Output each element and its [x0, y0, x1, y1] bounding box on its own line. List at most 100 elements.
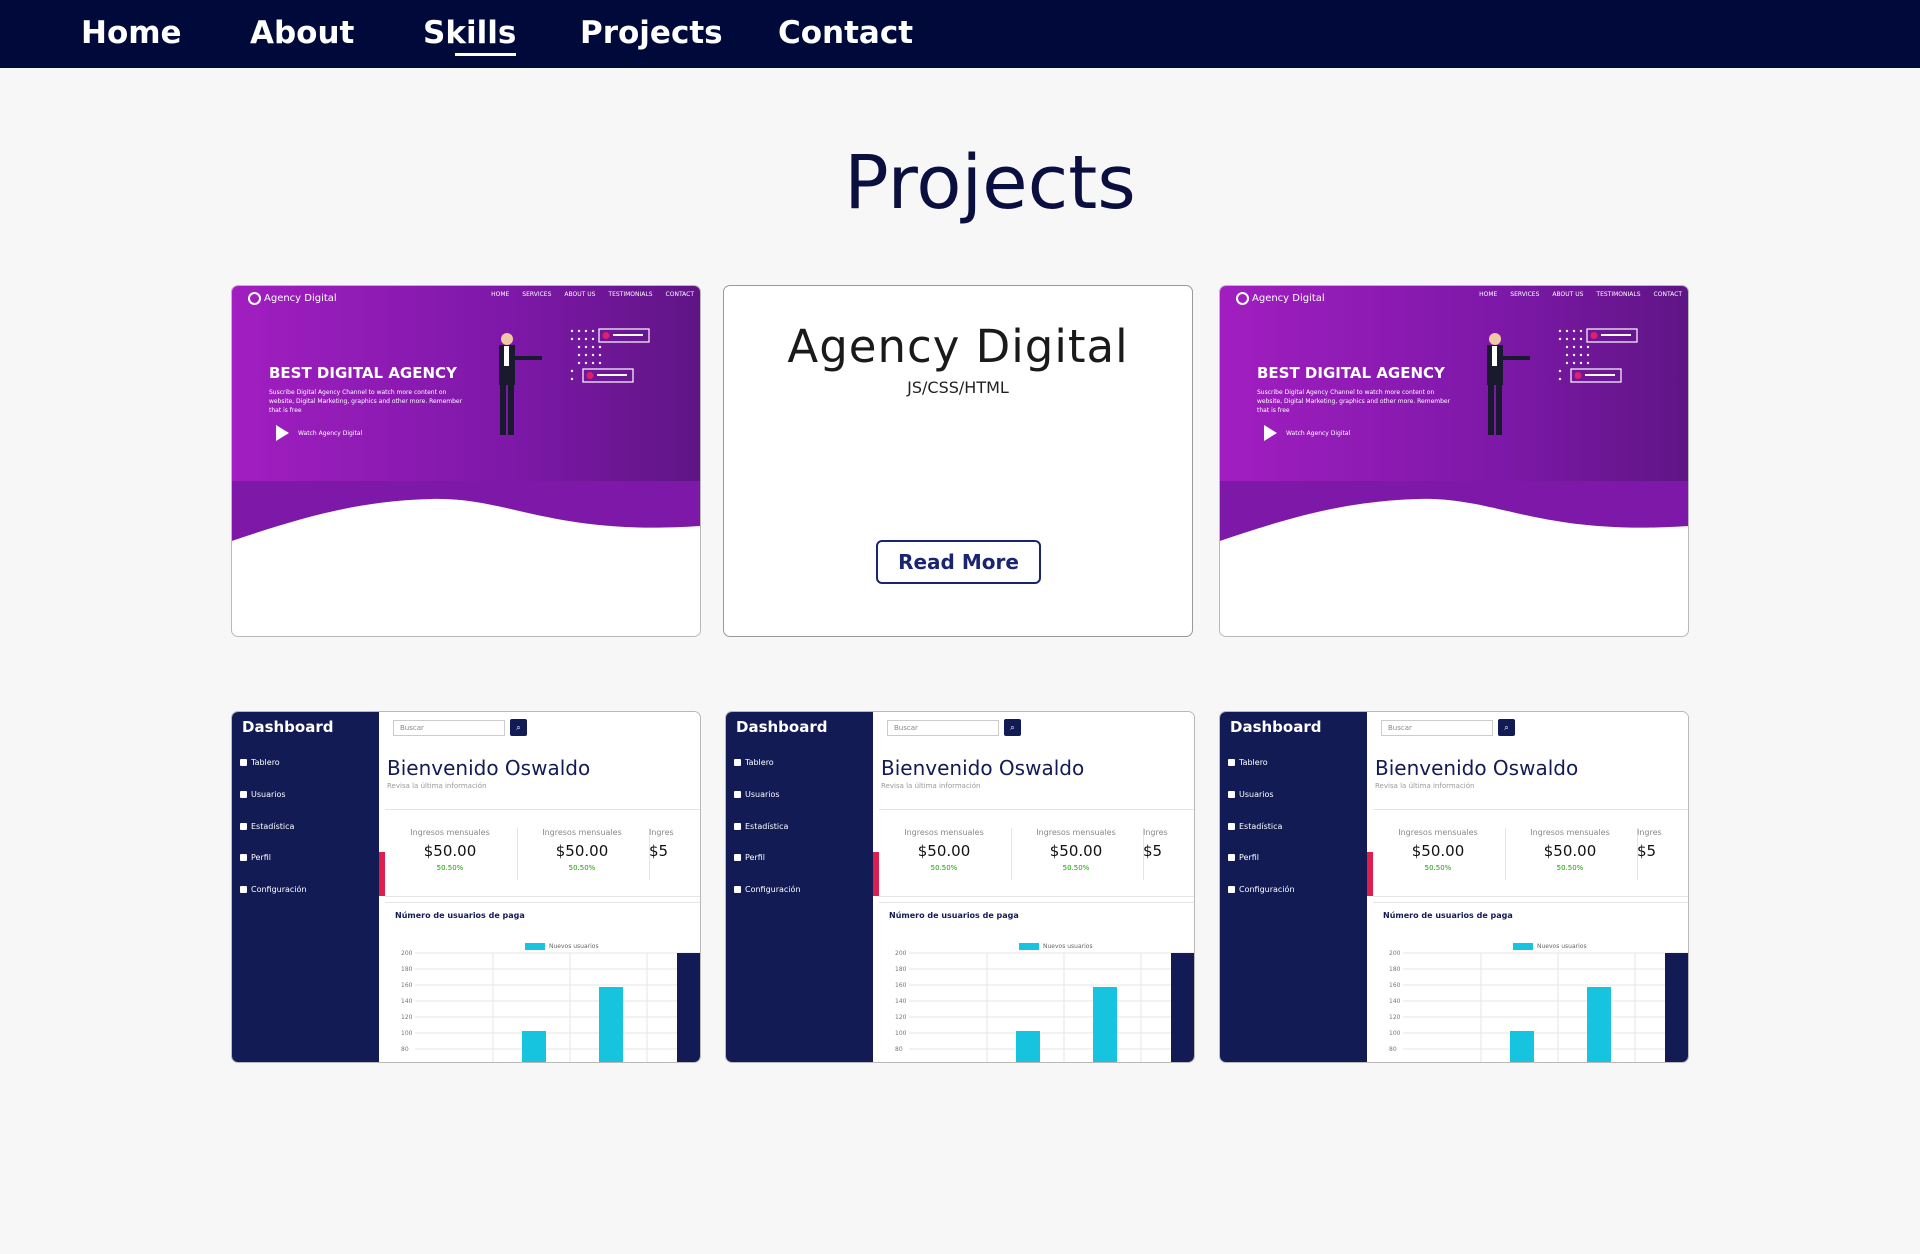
agency-headline: BEST DIGITAL AGENCY: [1257, 364, 1445, 382]
dashboard-stats: Ingresos mensuales $50.00 50.50% Ingresos …: [879, 809, 1194, 897]
menu-item: Perfil: [1228, 853, 1259, 862]
dashboard-hint: Revisa la última información: [1375, 782, 1475, 790]
svg-text:80: 80: [1389, 1046, 1397, 1053]
menu-item: Estadística: [734, 822, 788, 831]
menu-item: Tablero: [1228, 758, 1268, 767]
svg-text:80: 80: [895, 1046, 903, 1053]
play-icon: [1264, 425, 1277, 441]
dashboard-main: Buscar ⌕ Bienvenido Oswaldo Revisa la úl…: [1367, 712, 1688, 1062]
svg-text:180: 180: [401, 966, 413, 973]
agency-text: Suscribe Digital Agency Channel to watch…: [1257, 389, 1451, 414]
dashboard-stats: Ingresos mensuales $50.00 50.50% Ingresos …: [1373, 809, 1688, 897]
menu-item: Estadística: [1228, 822, 1282, 831]
svg-text:80: 80: [401, 1046, 409, 1053]
accent-bar: [1367, 852, 1373, 896]
dashboard-chart: Número de usuarios de paga Nuevos usuari…: [385, 902, 700, 1062]
menu-item: Usuarios: [1228, 790, 1274, 799]
grid-icon: [1228, 759, 1235, 766]
menu-item: Estadística: [240, 822, 294, 831]
dashboard-chart: Número de usuarios de paga Nuevos usuari…: [1373, 902, 1688, 1062]
person-illustration: [1487, 333, 1530, 435]
project-title: Agency Digital: [787, 320, 1129, 373]
project-card-dashboard[interactable]: Dashboard Tablero Usuarios Estadística P…: [1219, 711, 1689, 1063]
menu-item: Perfil: [240, 853, 271, 862]
agency-logo: Agency Digital: [248, 292, 337, 305]
menu-item: Configuración: [1228, 885, 1295, 894]
gear-icon: [240, 886, 247, 893]
agency-text: Suscribe Digital Agency Channel to watch…: [269, 389, 463, 414]
menu-item: Configuración: [240, 885, 307, 894]
dashboard-main: Buscar ⌕ Bienvenido Oswaldo Revisa la úl…: [379, 712, 700, 1062]
dashboard-greeting: Bienvenido Oswaldo: [881, 756, 1085, 780]
dashboard-search: Buscar: [393, 720, 505, 736]
agency-watch: Watch Agency Digital: [1286, 430, 1351, 437]
accent-bar: [379, 852, 385, 896]
dashboard-brand: Dashboard: [736, 718, 828, 736]
dots-illustration: [1558, 328, 1638, 383]
accent-bar: [873, 852, 879, 896]
menu-item: Usuarios: [734, 790, 780, 799]
page-title: Projects: [844, 140, 1136, 226]
nav-home[interactable]: Home: [81, 12, 182, 54]
nav-skills[interactable]: Skills: [423, 12, 517, 56]
svg-text:100: 100: [1389, 1030, 1401, 1037]
user-icon: [1228, 854, 1235, 861]
svg-text:100: 100: [401, 1030, 413, 1037]
gear-icon: [734, 886, 741, 893]
svg-text:140: 140: [895, 998, 907, 1005]
svg-text:200: 200: [401, 950, 413, 957]
dashboard-hint: Revisa la última información: [387, 782, 487, 790]
dashboard-search: Buscar: [1381, 720, 1493, 736]
dots-illustration: [570, 328, 650, 383]
dashboard-search: Buscar: [887, 720, 999, 736]
play-icon: [276, 425, 289, 441]
dashboard-stats: Ingresos mensuales $50.00 50.50% Ingresos …: [385, 809, 700, 897]
dashboard-chart: Número de usuarios de paga Nuevos usuari…: [879, 902, 1194, 1062]
search-icon: ⌕: [1004, 719, 1021, 736]
project-card-agency[interactable]: Agency Digital HOME SERVICES ABOUT US TESTI…: [1219, 285, 1689, 637]
menu-item: Tablero: [240, 758, 280, 767]
wave-shape: [232, 481, 700, 541]
search-icon: ⌕: [510, 719, 527, 736]
menu-item: Tablero: [734, 758, 774, 767]
chart-icon: [734, 823, 741, 830]
person-illustration: [499, 333, 542, 435]
project-card-agency[interactable]: Agency Digital HOME SERVICES ABOUT US TESTI…: [231, 285, 701, 637]
nav-about[interactable]: About: [250, 12, 354, 54]
project-card-info: Agency Digital JS/CSS/HTML Read More: [723, 285, 1193, 637]
project-card-dashboard[interactable]: Dashboard Tablero Usuarios Estadística P…: [725, 711, 1195, 1063]
svg-text:120: 120: [1389, 1014, 1401, 1021]
agency-headline: BEST DIGITAL AGENCY: [269, 364, 457, 382]
nav-contact[interactable]: Contact: [778, 12, 913, 54]
svg-text:180: 180: [1389, 966, 1401, 973]
user-icon: [240, 854, 247, 861]
svg-text:140: 140: [401, 998, 413, 1005]
agency-watch: Watch Agency Digital: [298, 430, 363, 437]
svg-text:140: 140: [1389, 998, 1401, 1005]
chart-icon: [240, 823, 247, 830]
svg-text:160: 160: [1389, 982, 1401, 989]
grid-icon: [734, 759, 741, 766]
menu-item: Usuarios: [240, 790, 286, 799]
top-nav: Home About Skills Projects Contact: [0, 0, 1920, 68]
read-more-button[interactable]: Read More: [876, 540, 1041, 584]
grid-icon: [240, 759, 247, 766]
dashboard-greeting: Bienvenido Oswaldo: [1375, 756, 1579, 780]
project-tech: JS/CSS/HTML: [907, 378, 1009, 397]
user-icon: [734, 854, 741, 861]
svg-text:120: 120: [895, 1014, 907, 1021]
svg-text:160: 160: [401, 982, 413, 989]
chart-icon: [1228, 823, 1235, 830]
svg-text:100: 100: [895, 1030, 907, 1037]
project-card-dashboard[interactable]: Dashboard Tablero Usuarios Estadística P…: [231, 711, 701, 1063]
dashboard-sidebar: Dashboard Tablero Usuarios Estadística P…: [726, 712, 873, 1062]
users-icon: [240, 791, 247, 798]
nav-projects[interactable]: Projects: [580, 12, 723, 54]
wave-shape: [1220, 481, 1688, 541]
search-icon: ⌕: [1498, 719, 1515, 736]
dashboard-sidebar: Dashboard Tablero Usuarios Estadística P…: [232, 712, 379, 1062]
gear-icon: [1228, 886, 1235, 893]
svg-text:180: 180: [895, 966, 907, 973]
svg-text:120: 120: [401, 1014, 413, 1021]
svg-text:200: 200: [1389, 950, 1401, 957]
